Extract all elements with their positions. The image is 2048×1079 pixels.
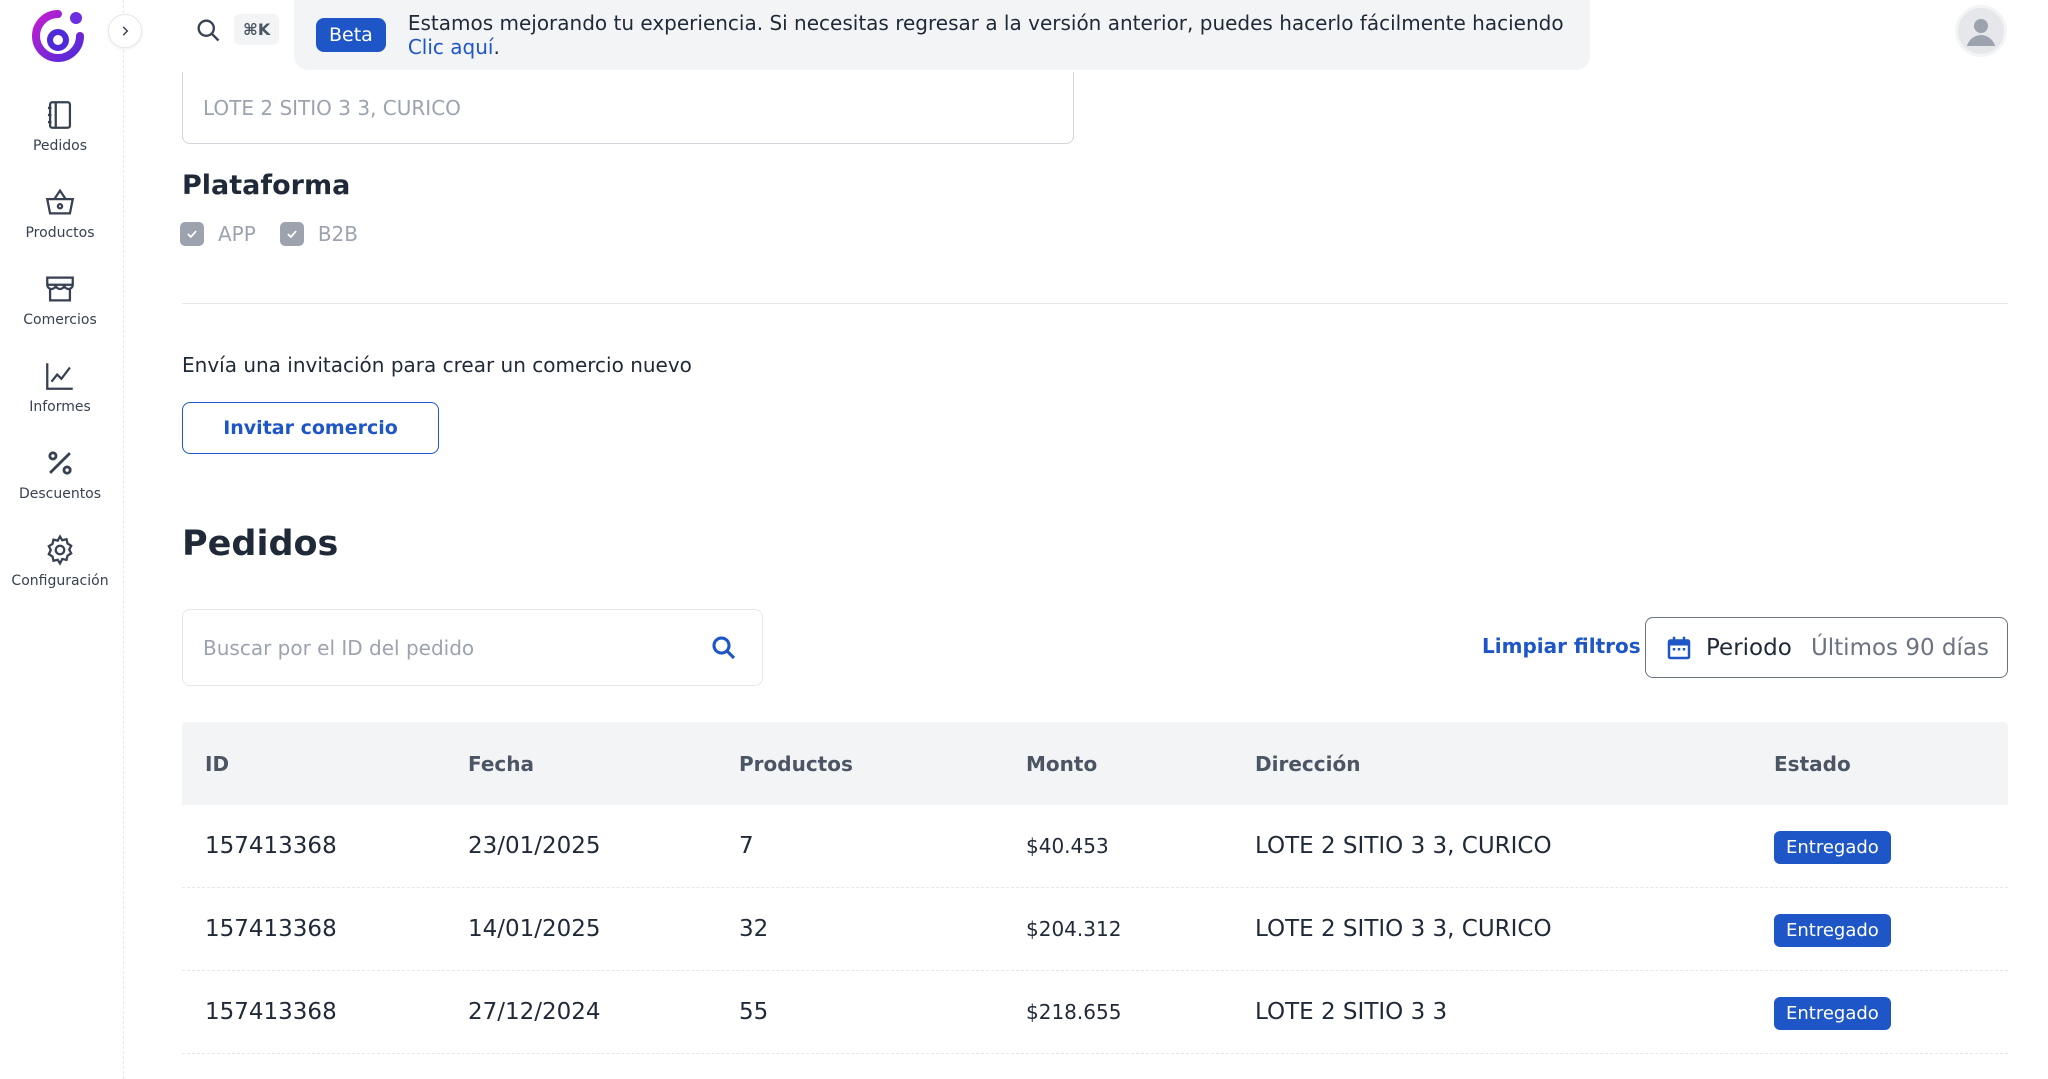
sidebar-item-pedidos[interactable]: Pedidos (0, 98, 120, 178)
status-cell: Entregado (1774, 831, 1891, 864)
sidebar-item-label: Informes (29, 399, 91, 415)
order-id: 157413368 (205, 833, 337, 859)
sidebar-item-informes[interactable]: Informes (0, 359, 120, 439)
order-amount: $218.655 (1026, 1000, 1122, 1024)
global-search[interactable]: ⌘K (194, 14, 280, 45)
orders-table: ID Fecha Productos Monto Dirección Estad… (182, 722, 2008, 1054)
address-field: LOTE 2 SITIO 3 3, CURICO (182, 72, 1074, 144)
column-header[interactable]: ID (205, 752, 229, 776)
gear-icon (47, 534, 73, 566)
sidebar-item-descuentos[interactable]: Descuentos (0, 446, 120, 526)
order-id: 157413368 (205, 916, 337, 942)
status-cell: Entregado (1774, 914, 1891, 947)
column-header[interactable]: Fecha (468, 752, 534, 776)
table-row[interactable]: 157413368 14/01/2025 32 $204.312 LOTE 2 … (182, 888, 2008, 971)
sidebar-item-label: Descuentos (18, 486, 102, 502)
search-icon (712, 635, 736, 659)
check-icon (187, 230, 197, 239)
banner-link[interactable]: Clic aquí (408, 35, 494, 59)
column-header[interactable]: Monto (1026, 752, 1097, 776)
check-icon (287, 230, 297, 239)
platform-app-checkbox[interactable]: APP (180, 222, 256, 246)
table-row[interactable]: 157413368 27/12/2024 55 $218.655 LOTE 2 … (182, 971, 2008, 1054)
status-badge: Entregado (1774, 831, 1891, 864)
status-cell: Entregado (1774, 997, 1891, 1030)
column-header[interactable]: Estado (1774, 752, 1851, 776)
period-value: Últimos 90 días (1810, 634, 1989, 661)
divider (182, 303, 2008, 304)
clear-filters-link[interactable]: Limpiar filtros (1482, 634, 1641, 658)
period-selector[interactable]: Periodo Últimos 90 días (1645, 617, 2008, 678)
banner-text: Estamos mejorando tu experiencia. Si nec… (408, 11, 1590, 59)
platform-b2b-checkbox[interactable]: B2B (279, 222, 358, 246)
order-amount: $204.312 (1026, 917, 1122, 941)
table-row[interactable]: 157413368 23/01/2025 7 $40.453 LOTE 2 SI… (182, 805, 2008, 888)
orders-title: Pedidos (182, 524, 339, 564)
sidebar: Pedidos Productos Comercios Informes Des… (0, 0, 124, 1079)
column-header[interactable]: Productos (739, 752, 853, 776)
beta-banner: Beta Estamos mejorando tu experiencia. S… (294, 0, 1590, 70)
beta-badge: Beta (316, 18, 386, 52)
checkbox-checked[interactable] (279, 222, 304, 246)
shortcut-badge: ⌘K (234, 14, 280, 45)
sidebar-item-productos[interactable]: Productos (0, 185, 120, 265)
calendar-icon (1667, 636, 1691, 659)
banner-suffix: . (493, 35, 500, 59)
period-label: Periodo (1706, 634, 1792, 661)
order-products: 55 (739, 999, 769, 1025)
sidebar-item-comercios[interactable]: Comercios (0, 272, 120, 352)
status-badge: Entregado (1774, 914, 1891, 947)
column-header[interactable]: Dirección (1255, 752, 1360, 776)
order-amount: $40.453 (1026, 834, 1109, 858)
notebook-icon (47, 101, 72, 129)
checkbox-label: B2B (317, 222, 358, 246)
chevron-right-icon (122, 26, 129, 36)
order-address: LOTE 2 SITIO 3 3, CURICO (1255, 833, 1552, 859)
basket-icon (45, 188, 75, 215)
status-badge: Entregado (1774, 997, 1891, 1030)
banner-message: Estamos mejorando tu experiencia. Si nec… (407, 11, 1564, 35)
order-search-input[interactable] (203, 635, 706, 660)
sidebar-item-label: Pedidos (32, 138, 88, 154)
sidebar-item-configuracion[interactable]: Configuración (0, 533, 120, 613)
search-icon (197, 19, 220, 41)
sidebar-item-label: Comercios (23, 312, 97, 328)
invite-text: Envía una invitación para crear un comer… (182, 353, 692, 377)
invite-commerce-button[interactable]: Invitar comercio (182, 402, 439, 454)
order-address: LOTE 2 SITIO 3 3 (1255, 999, 1448, 1025)
search-button[interactable] (706, 630, 742, 666)
app-logo[interactable] (28, 6, 88, 66)
order-date: 23/01/2025 (468, 833, 601, 859)
user-icon (1966, 19, 1996, 46)
order-address: LOTE 2 SITIO 3 3, CURICO (1255, 916, 1552, 942)
sidebar-item-label: Configuración (11, 573, 109, 589)
order-products: 32 (739, 916, 769, 942)
order-search (182, 609, 763, 686)
platform-title: Plataforma (182, 170, 351, 201)
chart-line-icon (46, 363, 73, 390)
order-date: 27/12/2024 (468, 999, 601, 1025)
sidebar-toggle-button[interactable] (108, 14, 142, 48)
store-icon (46, 276, 74, 302)
avatar[interactable] (1955, 5, 2007, 57)
checkbox-label: APP (218, 222, 256, 246)
sidebar-item-label: Productos (25, 225, 95, 241)
order-products: 7 (739, 833, 754, 859)
checkbox-checked[interactable] (180, 222, 204, 246)
percent-icon (48, 451, 72, 475)
table-header: ID Fecha Productos Monto Dirección Estad… (182, 722, 2008, 805)
order-id: 157413368 (205, 999, 337, 1025)
order-date: 14/01/2025 (468, 916, 601, 942)
platform-checkboxes: APP B2B (180, 222, 358, 246)
